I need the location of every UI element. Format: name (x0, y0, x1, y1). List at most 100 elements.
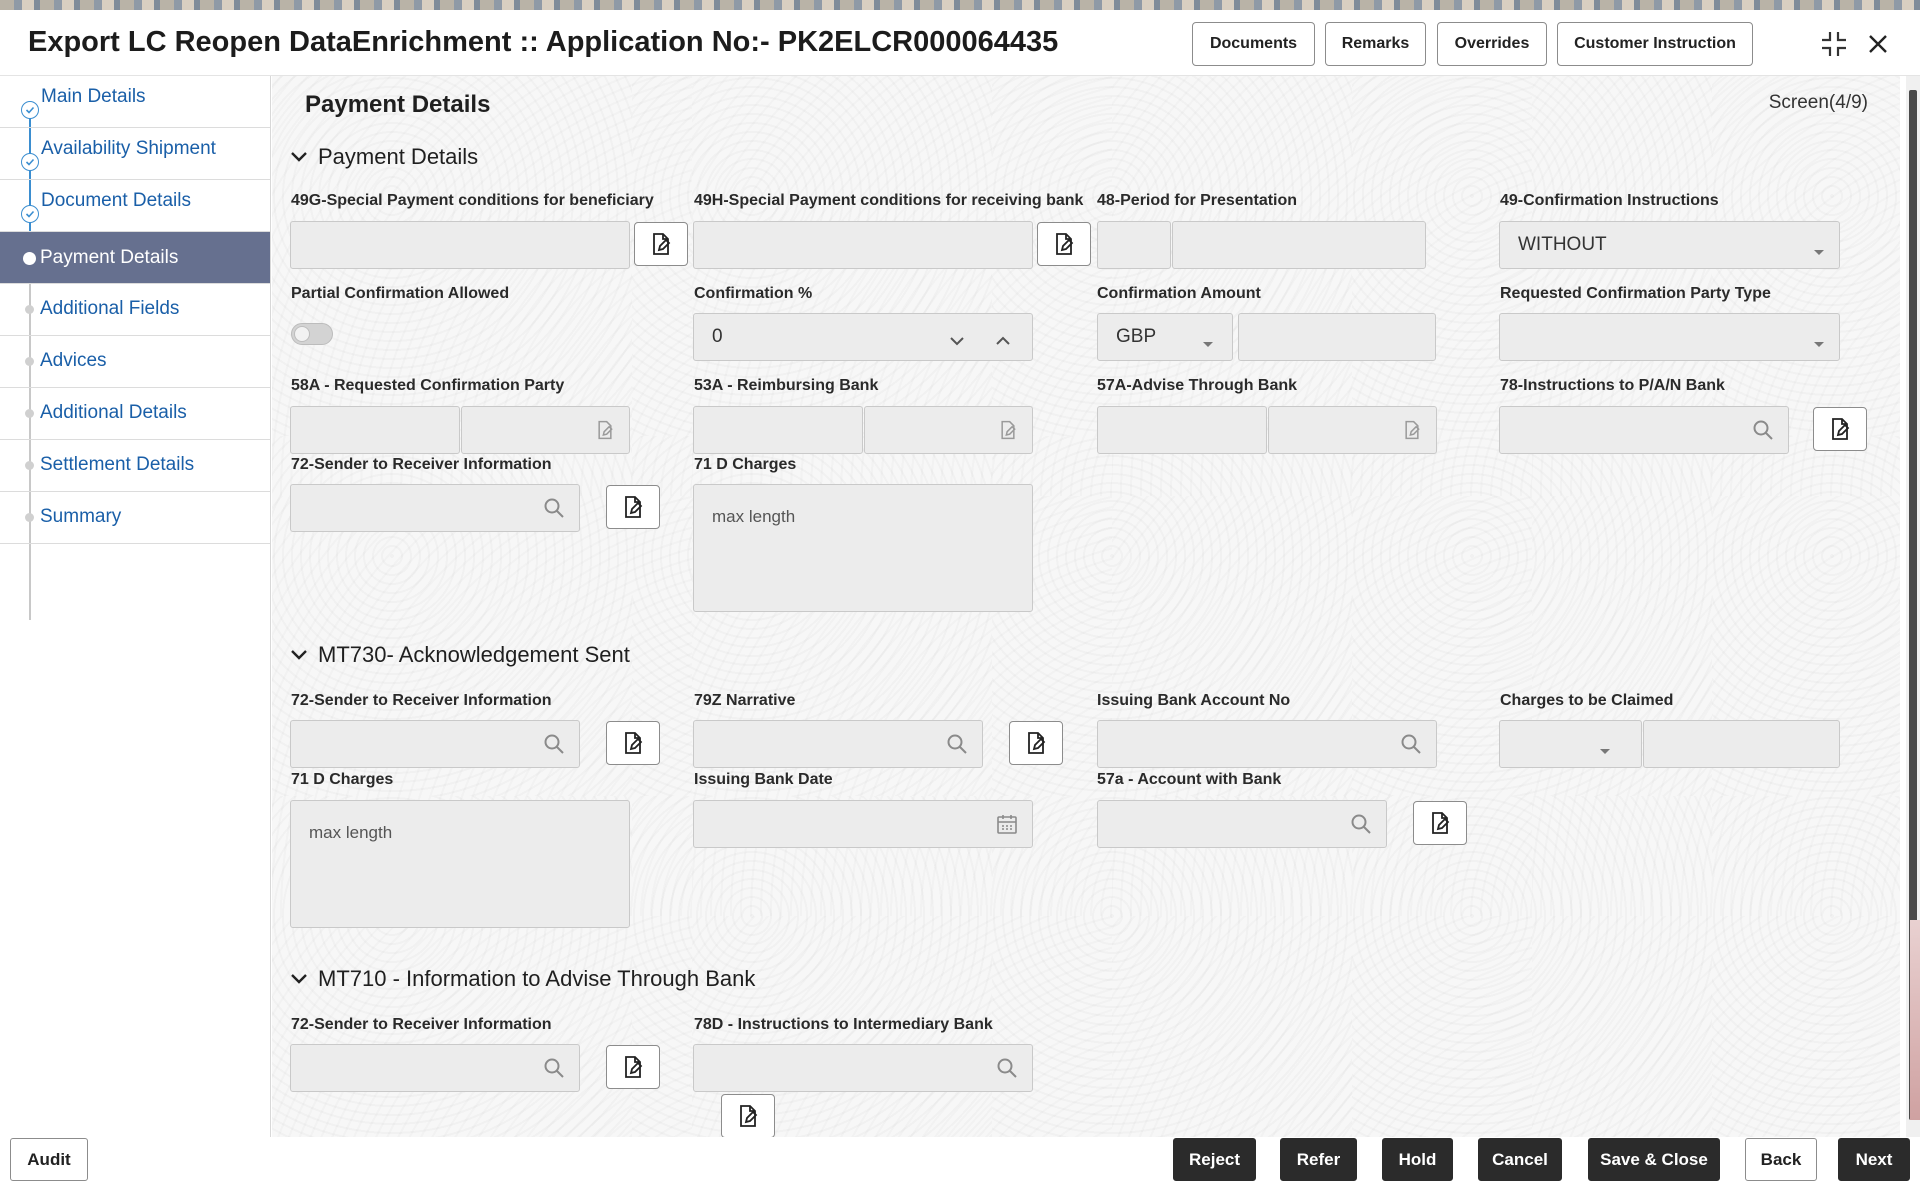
special-payment-receiving-bank-input[interactable] (693, 221, 1033, 269)
sidebar-item-advices[interactable]: Advices (0, 336, 270, 388)
sidebar-item-label: Payment Details (40, 247, 178, 269)
sidebar-item-additional-fields[interactable]: Additional Fields (0, 284, 270, 336)
pending-step-dot (25, 357, 34, 366)
instructions-pan-bank-input[interactable] (1499, 406, 1789, 454)
pending-step-dot (25, 305, 34, 314)
edit-document-icon[interactable] (595, 419, 615, 447)
edit-document-icon[interactable] (998, 419, 1018, 447)
sidebar-item-document-details[interactable]: Document Details (0, 180, 270, 232)
search-icon[interactable] (996, 1057, 1018, 1085)
field-label-49g: 49G-Special Payment conditions for benef… (291, 192, 654, 210)
edit-document-icon (649, 232, 673, 256)
confirmation-currency-select[interactable]: GBP (1097, 313, 1233, 361)
search-icon[interactable] (543, 1057, 565, 1085)
edit-document-button[interactable] (1413, 801, 1467, 845)
period-presentation-days-input[interactable] (1097, 221, 1171, 269)
check-circle-icon (21, 101, 39, 119)
issuing-bank-date-input[interactable] (693, 800, 1033, 848)
partial-confirmation-toggle[interactable] (291, 323, 333, 345)
top-banner-stripe (0, 0, 1920, 10)
documents-button[interactable]: Documents (1192, 22, 1315, 66)
edit-document-button[interactable] (606, 1045, 660, 1089)
audit-button[interactable]: Audit (10, 1138, 88, 1181)
field-label-71d: 71 D Charges (291, 771, 393, 789)
remarks-button[interactable]: Remarks (1325, 22, 1426, 66)
issuing-bank-account-input[interactable] (1097, 720, 1437, 768)
sidebar-item-settlement-details[interactable]: Settlement Details (0, 440, 270, 492)
reject-button[interactable]: Reject (1173, 1138, 1256, 1181)
mt730-charges-71d-textarea[interactable]: max length (290, 800, 630, 928)
sidebar-item-additional-details[interactable]: Additional Details (0, 388, 270, 440)
requested-confirmation-party-code-input[interactable] (290, 406, 460, 454)
caret-down-icon (1813, 333, 1825, 355)
sidebar-item-label: Availability Shipment (41, 138, 216, 160)
sidebar-item-summary[interactable]: Summary (0, 492, 270, 544)
sidebar-item-payment-details[interactable]: Payment Details (0, 232, 270, 284)
sidebar-item-label: Advices (40, 350, 107, 372)
advise-through-bank-name-input[interactable] (1268, 406, 1437, 454)
pending-step-dot (25, 513, 34, 522)
payment-details-section-header[interactable]: Payment Details (290, 144, 478, 170)
special-payment-beneficiary-input[interactable] (290, 221, 630, 269)
overrides-button[interactable]: Overrides (1437, 22, 1547, 66)
edit-document-button[interactable] (1813, 407, 1867, 451)
reimbursing-bank-name-input[interactable] (864, 406, 1033, 454)
check-circle-icon (21, 153, 39, 171)
mt730-sender-receiver-info-input[interactable] (290, 720, 580, 768)
chevron-up-icon[interactable] (996, 330, 1010, 352)
mt710-sender-receiver-info-input[interactable] (290, 1044, 580, 1092)
page-title: Payment Details (305, 91, 490, 119)
edit-document-button[interactable] (721, 1094, 775, 1138)
confirmation-percent-stepper[interactable]: 0 (693, 313, 1033, 361)
field-label-requested-confirmation-party-type: Requested Confirmation Party Type (1500, 285, 1771, 303)
sidebar-item-label: Summary (40, 506, 121, 528)
cancel-button[interactable]: Cancel (1478, 1138, 1562, 1181)
field-label-issuing-bank-date: Issuing Bank Date (694, 771, 833, 789)
search-icon[interactable] (1400, 733, 1422, 761)
calendar-icon[interactable] (996, 813, 1018, 841)
search-icon[interactable] (543, 733, 565, 761)
chevron-down-icon (290, 973, 308, 985)
confirmation-instructions-select[interactable]: WITHOUT (1499, 221, 1840, 269)
refer-button[interactable]: Refer (1280, 1138, 1357, 1181)
account-with-bank-input[interactable] (1097, 800, 1387, 848)
back-button[interactable]: Back (1745, 1138, 1817, 1181)
edit-document-button[interactable] (606, 721, 660, 765)
edit-document-button[interactable] (1037, 222, 1091, 266)
mt710-section-header[interactable]: MT710 - Information to Advise Through Ba… (290, 966, 755, 992)
close-icon[interactable] (1862, 28, 1894, 60)
edit-document-button[interactable] (606, 485, 660, 529)
charges-claimed-amount-input[interactable] (1643, 720, 1840, 768)
advise-through-bank-code-input[interactable] (1097, 406, 1267, 454)
edit-document-button[interactable] (1009, 721, 1063, 765)
period-presentation-narrative-input[interactable] (1172, 221, 1426, 269)
field-label-79z: 79Z Narrative (694, 692, 795, 710)
mt730-section-header[interactable]: MT730- Acknowledgement Sent (290, 642, 630, 668)
charges-71d-textarea[interactable]: max length (693, 484, 1033, 612)
sidebar-item-availability-shipment[interactable]: Availability Shipment (0, 128, 270, 180)
save-close-button[interactable]: Save & Close (1588, 1138, 1720, 1181)
collapse-arrows-icon[interactable] (1818, 28, 1850, 60)
narrative-79z-input[interactable] (693, 720, 983, 768)
next-button[interactable]: Next (1838, 1138, 1910, 1181)
charges-claimed-currency-select[interactable] (1499, 720, 1642, 768)
section-title: Payment Details (318, 144, 478, 170)
edit-document-icon[interactable] (1402, 419, 1422, 447)
search-icon[interactable] (1350, 813, 1372, 841)
search-icon[interactable] (543, 497, 565, 525)
reimbursing-bank-code-input[interactable] (693, 406, 863, 454)
sender-receiver-info-input[interactable] (290, 484, 580, 532)
customer-instruction-button[interactable]: Customer Instruction (1557, 22, 1753, 66)
sidebar-item-main-details[interactable]: Main Details (0, 76, 270, 128)
hold-button[interactable]: Hold (1382, 1138, 1453, 1181)
field-label-confirmation-percent: Confirmation % (694, 285, 812, 303)
requested-confirmation-party-name-input[interactable] (461, 406, 630, 454)
confirmation-amount-input[interactable] (1238, 313, 1436, 361)
search-icon[interactable] (946, 733, 968, 761)
instructions-intermediary-bank-input[interactable] (693, 1044, 1033, 1092)
chevron-down-icon[interactable] (950, 330, 964, 352)
active-step-dot (23, 252, 36, 265)
edit-document-button[interactable] (634, 222, 688, 266)
requested-confirmation-party-type-select[interactable] (1499, 313, 1840, 361)
search-icon[interactable] (1752, 419, 1774, 447)
